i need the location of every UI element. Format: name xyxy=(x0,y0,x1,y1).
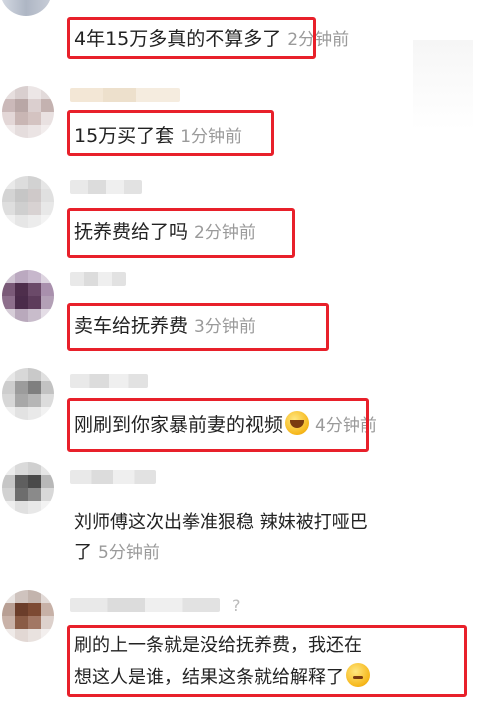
avatar-partial xyxy=(0,0,52,16)
avatar[interactable] xyxy=(2,270,54,322)
comment-body: 4年15万多真的不算多了 xyxy=(74,28,282,50)
blurred-area xyxy=(413,40,473,130)
comment-time: 5分钟前 xyxy=(98,543,160,563)
comment-text: 刚刷到你家暴前妻的视频 4分钟前 xyxy=(74,410,377,441)
comment-text: 15万买了套 1分钟前 xyxy=(74,121,242,152)
comment-body-line1: 刷的上一条就是没给抚养费，我还在 xyxy=(74,635,362,656)
avatar[interactable] xyxy=(2,368,54,420)
username-blurred xyxy=(70,272,126,286)
username-blurred xyxy=(70,374,148,388)
username-blurred xyxy=(70,598,220,612)
comment-body: 卖车给抚养费 xyxy=(74,315,189,337)
comment-text: 抚养费给了吗 2分钟前 xyxy=(74,217,256,248)
avatar[interactable] xyxy=(2,590,54,642)
comment-time: 2分钟前 xyxy=(287,30,350,50)
username-blurred xyxy=(70,180,142,194)
comment-body-line1: 刘师傅这次出拳准狠稳 辣妹被打哑巴 xyxy=(74,512,368,533)
comment-time: 4分钟前 xyxy=(315,416,377,436)
comment-text: 刘师傅这次出拳准狠稳 辣妹被打哑巴 了 5分钟前 xyxy=(74,508,368,568)
comment-time: 3分钟前 xyxy=(194,317,256,337)
comment-body: 刚刷到你家暴前妻的视频 xyxy=(74,414,284,436)
sweat-smile-emoji-icon xyxy=(346,663,370,687)
rofl-emoji-icon xyxy=(285,411,310,435)
comment-text: 4年15万多真的不算多了 2分钟前 xyxy=(74,24,349,55)
username-blurred xyxy=(70,470,156,484)
comment-text: 卖车给抚养费 3分钟前 xyxy=(74,311,256,342)
avatar[interactable] xyxy=(2,176,54,228)
comment-body-line2: 了 xyxy=(74,542,92,563)
comment-body: 15万买了套 xyxy=(74,125,175,147)
comment-time: 1分钟前 xyxy=(180,127,243,147)
comment-body-line2: 想这人是谁，结果这条就给解释了 xyxy=(74,667,344,688)
blurred-username-symbol: ? xyxy=(232,596,241,615)
comment-time: 2分钟前 xyxy=(194,223,256,243)
avatar[interactable] xyxy=(2,86,54,138)
comment-body: 抚养费给了吗 xyxy=(74,221,189,243)
avatar[interactable] xyxy=(2,462,54,514)
username-blurred xyxy=(70,88,180,102)
comment-text: 刷的上一条就是没给抚养费，我还在 想这人是谁，结果这条就给解释了 xyxy=(74,630,370,694)
